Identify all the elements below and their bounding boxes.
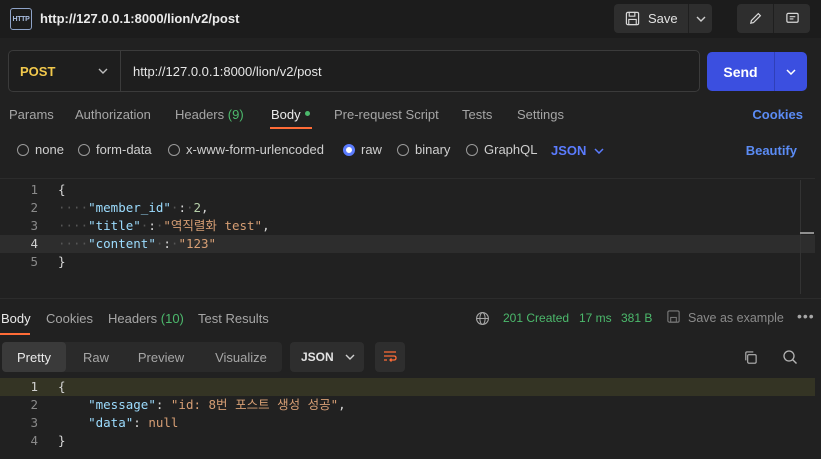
- edit-pencil-icon[interactable]: [737, 4, 773, 33]
- code-line: 4 }: [30, 433, 66, 448]
- url-input[interactable]: http://127.0.0.1:8000/lion/v2/post: [121, 64, 322, 79]
- modified-dot-icon: [304, 111, 310, 117]
- copy-icon[interactable]: [743, 350, 758, 365]
- response-time[interactable]: 17 ms: [579, 311, 612, 325]
- tab-tests[interactable]: Tests: [462, 107, 492, 122]
- radio-graphql[interactable]: GraphQL: [466, 142, 537, 157]
- tab-headers[interactable]: Headers (9): [175, 107, 244, 122]
- chevron-down-icon: [594, 147, 604, 154]
- save-label: Save: [648, 11, 678, 26]
- response-body-viewer[interactable]: 1 { 2 "message": "id: 8번 포스트 생성 성공", 3 "…: [0, 378, 815, 458]
- radio-raw[interactable]: raw: [343, 142, 382, 157]
- view-pretty[interactable]: Pretty: [2, 342, 66, 372]
- tab-params[interactable]: Params: [9, 107, 54, 122]
- response-headers-count: (10): [160, 311, 184, 326]
- save-button-group[interactable]: Save: [614, 4, 712, 33]
- side-actions: [737, 4, 810, 33]
- save-button[interactable]: Save: [614, 11, 688, 26]
- radio-form-data[interactable]: form-data: [78, 142, 152, 157]
- more-options-icon[interactable]: •••: [797, 308, 815, 324]
- request-body-editor[interactable]: 1 { 2 ····"member_id"·:·2, 3 ····"title"…: [0, 178, 815, 296]
- send-options-chevron-icon[interactable]: [775, 68, 807, 75]
- headers-count: (9): [227, 107, 244, 122]
- response-tab-body[interactable]: Body: [1, 311, 31, 326]
- request-tabs: Params Authorization Headers (9) Body Pr…: [0, 104, 821, 128]
- code-line: 3 ····"title"·:·"역직렬화 test",: [30, 218, 270, 233]
- radio-circle-icon: [168, 143, 180, 156]
- cookies-link[interactable]: Cookies: [752, 107, 803, 122]
- radio-x-www-form-urlencoded[interactable]: x-www-form-urlencoded: [168, 142, 324, 157]
- method-label: POST: [20, 63, 56, 79]
- chevron-down-icon: [345, 354, 355, 360]
- radio-circle-icon: [17, 143, 29, 156]
- code-line: 5 }: [30, 254, 66, 269]
- save-options-chevron-icon[interactable]: [689, 16, 712, 22]
- body-format-dropdown[interactable]: JSON: [551, 143, 604, 158]
- chevron-down-icon: [98, 68, 108, 74]
- response-view-selector: Pretty Raw Preview Visualize: [2, 342, 282, 372]
- tab-body[interactable]: Body: [271, 107, 310, 122]
- active-tab-indicator: [270, 127, 312, 129]
- code-line: 2 ····"member_id"·:·2,: [30, 200, 209, 215]
- code-line: 1 {: [30, 182, 66, 197]
- response-tab-test-results[interactable]: Test Results: [198, 311, 269, 326]
- request-tab-title[interactable]: http://127.0.0.1:8000/lion/v2/post: [40, 11, 239, 26]
- http-request-icon: HTTP: [10, 8, 32, 30]
- radio-none[interactable]: none: [17, 142, 64, 157]
- globe-icon[interactable]: [475, 311, 490, 326]
- search-icon[interactable]: [782, 349, 798, 365]
- view-visualize[interactable]: Visualize: [202, 342, 280, 372]
- comments-icon[interactable]: [774, 4, 810, 33]
- response-active-indicator: [0, 333, 30, 335]
- send-button-group[interactable]: Send: [707, 52, 807, 91]
- tab-settings[interactable]: Settings: [517, 107, 564, 122]
- pane-divider[interactable]: [0, 298, 821, 299]
- url-bar: POST http://127.0.0.1:8000/lion/v2/post: [8, 50, 700, 92]
- radio-circle-icon: [397, 143, 409, 156]
- save-example-icon: [667, 310, 680, 323]
- method-dropdown[interactable]: POST: [9, 51, 121, 91]
- wrap-lines-icon: [384, 351, 397, 362]
- body-type-selector: none form-data x-www-form-urlencoded raw…: [0, 140, 821, 162]
- radio-selected-icon: [343, 143, 355, 156]
- radio-binary[interactable]: binary: [397, 142, 450, 157]
- scrollbar-marker: [800, 232, 814, 234]
- status-code[interactable]: 201 Created: [503, 311, 569, 325]
- code-line: 2 "message": "id: 8번 포스트 생성 성공",: [30, 397, 346, 412]
- save-icon: [625, 11, 640, 26]
- tab-authorization[interactable]: Authorization: [75, 107, 151, 122]
- wrap-lines-button[interactable]: [375, 342, 405, 372]
- beautify-button[interactable]: Beautify: [746, 143, 797, 158]
- response-tab-headers[interactable]: Headers (10): [108, 311, 184, 326]
- code-line: 3 "data": null: [30, 415, 179, 430]
- send-button[interactable]: Send: [707, 64, 774, 80]
- radio-circle-icon: [466, 143, 478, 156]
- response-size[interactable]: 381 B: [621, 311, 652, 325]
- radio-circle-icon: [78, 143, 90, 156]
- code-line-active: 4 ····"content"·:·"123": [0, 235, 815, 253]
- response-format-dropdown[interactable]: JSON: [290, 342, 364, 372]
- code-line-active: 1 {: [0, 378, 815, 396]
- response-tab-cookies[interactable]: Cookies: [46, 311, 93, 326]
- tab-pre-request-script[interactable]: Pre-request Script: [334, 107, 439, 122]
- editor-scrollbar[interactable]: [800, 180, 815, 294]
- view-raw[interactable]: Raw: [70, 342, 122, 372]
- save-as-example-button[interactable]: Save as example: [688, 311, 784, 325]
- view-preview[interactable]: Preview: [126, 342, 196, 372]
